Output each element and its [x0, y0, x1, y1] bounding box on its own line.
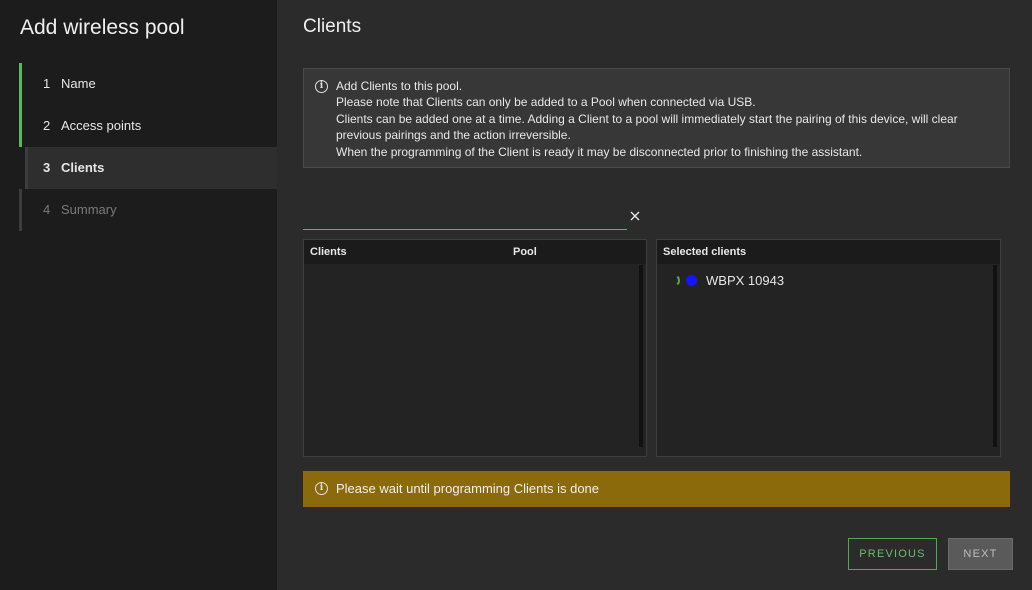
info-line: previous pairings and the action irrever… — [336, 128, 571, 143]
info-line: Clients can be added one at a time. Addi… — [336, 111, 958, 126]
info-line: Please note that Clients can only be add… — [336, 95, 756, 110]
warning-text: Please wait until programming Clients is… — [336, 481, 600, 496]
step-summary: 4 Summary — [19, 189, 277, 231]
column-header-selected-clients: Selected clients — [663, 246, 747, 258]
list-item[interactable]: WBPX 10943 — [667, 271, 784, 289]
close-icon[interactable] — [628, 209, 642, 223]
step-number: 4 — [43, 202, 51, 217]
step-number: 1 — [43, 76, 51, 91]
info-line: When the programming of the Client is re… — [336, 144, 863, 159]
wizard-sidebar: Add wireless pool 1 Name 2 Access points 3… — [0, 0, 277, 590]
step-label: Name — [61, 76, 96, 91]
page-title: Clients — [303, 16, 362, 37]
step-name[interactable]: 1 Name — [19, 63, 277, 105]
wizard-title: Add wireless pool — [20, 16, 185, 39]
step-number: 2 — [43, 118, 51, 133]
previous-button[interactable]: PREVIOUS — [848, 538, 937, 570]
step-clients[interactable]: 3 Clients — [25, 147, 277, 189]
scrollbar[interactable] — [993, 265, 997, 447]
step-label: Summary — [61, 202, 117, 217]
step-label: Access points — [61, 118, 142, 133]
info-icon: i — [315, 80, 328, 93]
step-access-points[interactable]: 2 Access points — [19, 105, 277, 147]
next-button[interactable]: NEXT — [948, 538, 1013, 570]
main-content: Clients i Add Clients to this pool. Plea… — [277, 0, 1032, 590]
warning-banner: i Please wait until programming Clients … — [303, 471, 1010, 507]
scrollbar[interactable] — [639, 265, 643, 447]
info-icon: i — [315, 482, 328, 495]
status-dot — [686, 274, 697, 286]
info-message: i Add Clients to this pool. Please note … — [303, 68, 1010, 168]
info-line: Add Clients to this pool. — [336, 79, 463, 93]
column-header-clients[interactable]: Clients — [310, 240, 347, 264]
step-number: 3 — [43, 160, 51, 175]
wizard-steps: 1 Name 2 Access points 3 Clients 4 Summary — [19, 63, 277, 231]
table-header: Clients Pool — [304, 240, 646, 264]
step-label: Clients — [61, 160, 105, 175]
available-clients-table: Clients Pool — [303, 239, 647, 457]
info-text: Add Clients to this pool. Please note th… — [336, 78, 999, 160]
search-field — [303, 205, 631, 230]
table-header: Selected clients — [657, 240, 1000, 264]
client-name: WBPX 10943 — [706, 272, 785, 288]
column-header-pool[interactable]: Pool — [513, 240, 537, 264]
selected-clients-table: Selected clients WBPX 10943 — [656, 239, 1001, 457]
loading-spinner-icon — [667, 273, 680, 287]
search-input[interactable] — [303, 205, 631, 229]
